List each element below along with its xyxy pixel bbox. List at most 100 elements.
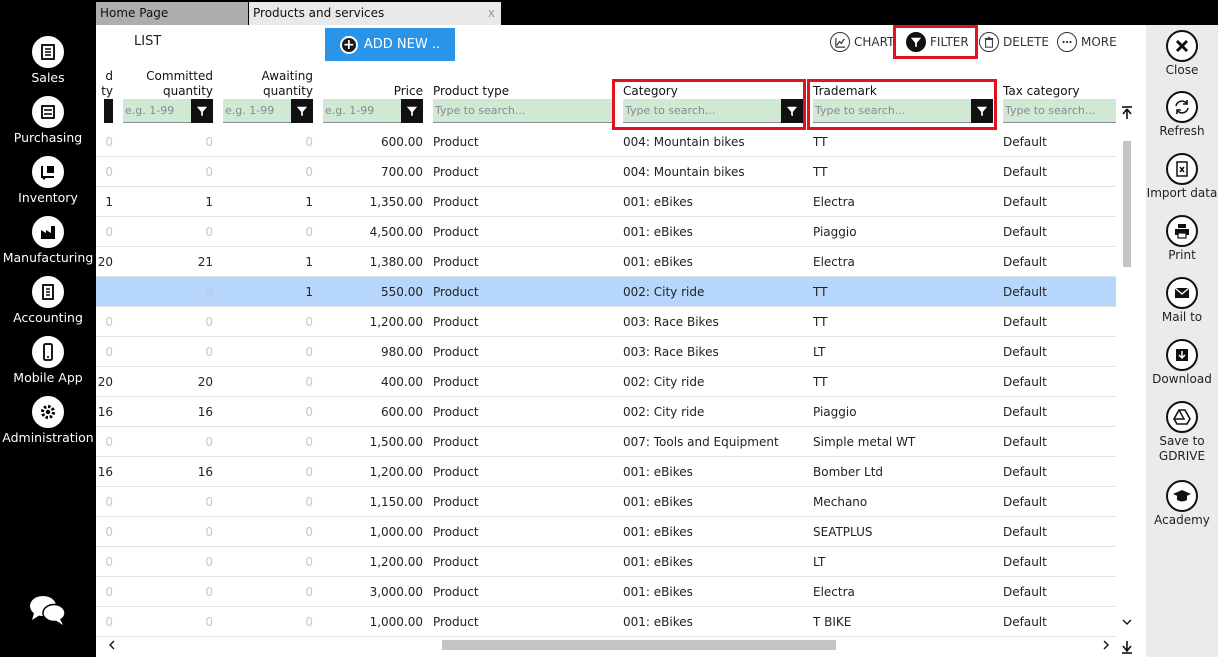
table-row[interactable]: 0 0 0 1,500.00 Product 007: Tools and Equipme…	[96, 427, 1116, 457]
sidebar-item-sales[interactable]: Sales	[0, 36, 96, 85]
list-view-label[interactable]: LIST	[134, 34, 161, 49]
cell-category: 003: Race Bikes	[623, 345, 719, 359]
sidebar-item-label: Mobile App	[13, 370, 83, 385]
more-button[interactable]: MORE	[1057, 31, 1117, 53]
cell-c0: 0	[105, 555, 113, 569]
tab-home-page[interactable]: Home Page	[96, 2, 248, 25]
cell-committed: 0	[205, 525, 213, 539]
vertical-scroll-thumb[interactable]	[1123, 141, 1131, 267]
cell-tax: Default	[1003, 435, 1047, 449]
header-line: ty	[101, 84, 113, 98]
cell-committed: 0	[205, 135, 213, 149]
chart-button[interactable]: CHART	[830, 31, 894, 53]
table-row[interactable]: 0 0 0 700.00 Product 004: Mountain bikes TT Def…	[96, 157, 1116, 187]
filter-input-committed-quantity[interactable]: e.g. 1-99	[123, 99, 213, 123]
table-row[interactable]: 0 0 0 1,200.00 Product 001: eBikes LT Default	[96, 547, 1116, 577]
scroll-right-arrow-icon[interactable]	[1102, 640, 1110, 650]
table-row[interactable]: 20 20 0 400.00 Product 002: City ride TT Defaul…	[96, 367, 1116, 397]
filter-icon[interactable]	[291, 99, 313, 123]
sidebar-item-accounting[interactable]: Accounting	[0, 276, 96, 325]
sidebar-item-mobile-app[interactable]: Mobile App	[0, 336, 96, 385]
cell-awaiting: 0	[305, 135, 313, 149]
tab-products-and-services[interactable]: Products and services x	[249, 2, 501, 25]
horizontal-scrollbar[interactable]	[104, 637, 1116, 655]
save-to-gdrive-button[interactable]: Save to GDRIVE	[1146, 401, 1218, 464]
column-header-price[interactable]: Price	[326, 84, 423, 99]
column-header-tax-category[interactable]: Tax category	[1003, 84, 1080, 99]
table-row[interactable]: 16 16 0 1,200.00 Product 001: eBikes Bomber Lt…	[96, 457, 1116, 487]
filter-input-price[interactable]: e.g. 1-99	[323, 99, 423, 123]
table-row[interactable]: 0 0 0 1,000.00 Product 001: eBikes SEATPLUS Def…	[96, 517, 1116, 547]
scroll-down-arrow-icon[interactable]	[1122, 617, 1132, 627]
column-header-partial[interactable]: d ty	[96, 69, 113, 99]
table-row[interactable]: 20 21 1 1,380.00 Product 001: eBikes Electra De…	[96, 247, 1116, 277]
table-row[interactable]: 0 0 0 1,200.00 Product 003: Race Bikes TT Defau…	[96, 307, 1116, 337]
cell-category: 007: Tools and Equipment	[623, 435, 779, 449]
refresh-button[interactable]: Refresh	[1146, 91, 1218, 138]
column-header-committed-quantity[interactable]: Committed quantity	[126, 69, 213, 99]
cell-price: 1,000.00	[369, 525, 423, 539]
horizontal-scroll-thumb[interactable]	[442, 640, 836, 650]
refresh-label: Refresh	[1159, 124, 1205, 138]
cell-trademark: TT	[813, 135, 828, 149]
download-button[interactable]: Download	[1146, 339, 1218, 386]
tab-close-icon[interactable]: x	[488, 2, 495, 25]
column-header-product-type[interactable]: Product type	[433, 84, 509, 99]
cell-committed: 0	[205, 555, 213, 569]
header-line: d	[105, 69, 113, 83]
scroll-top-icon[interactable]	[1121, 105, 1133, 121]
filter-icon[interactable]	[104, 99, 113, 123]
tab-bar: Home Page Products and services x	[96, 0, 1218, 25]
cell-awaiting: 1	[305, 255, 313, 269]
cell-awaiting: 0	[305, 375, 313, 389]
vertical-scrollbar[interactable]	[1120, 105, 1134, 631]
table-row[interactable]: 0 0 0 1,150.00 Product 001: eBikes Mechano Defa…	[96, 487, 1116, 517]
tab-label: Home Page	[100, 6, 169, 20]
table-row[interactable]: 0 1 550.00 Product 002: City ride TT Default	[96, 277, 1116, 307]
cell-committed: 0	[205, 315, 213, 329]
import-data-button[interactable]: Import data	[1146, 153, 1218, 200]
table-row[interactable]: 0 0 0 980.00 Product 003: Race Bikes LT Default	[96, 337, 1116, 367]
cell-price: 400.00	[381, 375, 423, 389]
main-panel: LIST + ADD NEW .. CHART FILTER DELETE MO…	[96, 25, 1146, 657]
table-row[interactable]: 0 0 0 4,500.00 Product 001: eBikes Piaggio Defa…	[96, 217, 1116, 247]
table-row[interactable]: 1 1 1 1,350.00 Product 001: eBikes Electra Defa…	[96, 187, 1116, 217]
filter-input-tax-category[interactable]: Type to search...	[1003, 99, 1116, 123]
cell-trademark: Piaggio	[813, 405, 857, 419]
delete-label: DELETE	[1003, 35, 1050, 49]
cell-trademark: TT	[813, 315, 828, 329]
chart-icon	[830, 32, 850, 52]
table-row[interactable]: 0 0 0 1,000.00 Product 001: eBikes T BIKE Defau…	[96, 607, 1116, 637]
cell-category: 001: eBikes	[623, 195, 693, 209]
filter-icon[interactable]	[191, 99, 213, 123]
filter-input-partial[interactable]	[104, 99, 113, 123]
close-button[interactable]: Close	[1146, 30, 1218, 77]
sidebar-item-label: Inventory	[18, 190, 78, 205]
table-row[interactable]: 16 16 0 600.00 Product 002: City ride Piaggio D…	[96, 397, 1116, 427]
table-row[interactable]: 0 0 0 600.00 Product 004: Mountain bikes TT Def…	[96, 127, 1116, 157]
more-dots-icon	[1057, 32, 1077, 52]
scroll-bottom-icon[interactable]	[1121, 639, 1133, 655]
column-header-awaiting-quantity[interactable]: Awaiting quantity	[226, 69, 314, 99]
cell-awaiting: 0	[305, 345, 313, 359]
academy-button[interactable]: Academy	[1146, 480, 1218, 527]
filter-input-product-type[interactable]: Type to search...	[433, 99, 613, 123]
cell-awaiting: 1	[305, 285, 313, 299]
chat-icon[interactable]	[28, 593, 68, 627]
category-column-highlight	[612, 79, 806, 130]
delete-button[interactable]: DELETE	[979, 31, 1049, 53]
sidebar-item-inventory[interactable]: Inventory	[0, 156, 96, 205]
scroll-left-arrow-icon[interactable]	[108, 640, 116, 650]
filter-icon[interactable]	[401, 99, 423, 123]
sidebar-item-purchasing[interactable]: Purchasing	[0, 96, 96, 145]
sidebar-item-administration[interactable]: Administration	[0, 396, 96, 445]
import-excel-icon	[1166, 153, 1198, 185]
sidebar-item-manufacturing[interactable]: Manufacturing	[0, 216, 96, 265]
filter-input-awaiting-quantity[interactable]: e.g. 1-99	[223, 99, 313, 123]
mail-to-button[interactable]: Mail to	[1146, 277, 1218, 324]
add-new-button[interactable]: + ADD NEW ..	[325, 28, 455, 61]
table-row[interactable]: 0 0 0 3,000.00 Product 001: eBikes Electra Defa…	[96, 577, 1116, 607]
cell-price: 550.00	[381, 285, 423, 299]
close-label: Close	[1165, 63, 1199, 77]
print-button[interactable]: Print	[1146, 215, 1218, 262]
